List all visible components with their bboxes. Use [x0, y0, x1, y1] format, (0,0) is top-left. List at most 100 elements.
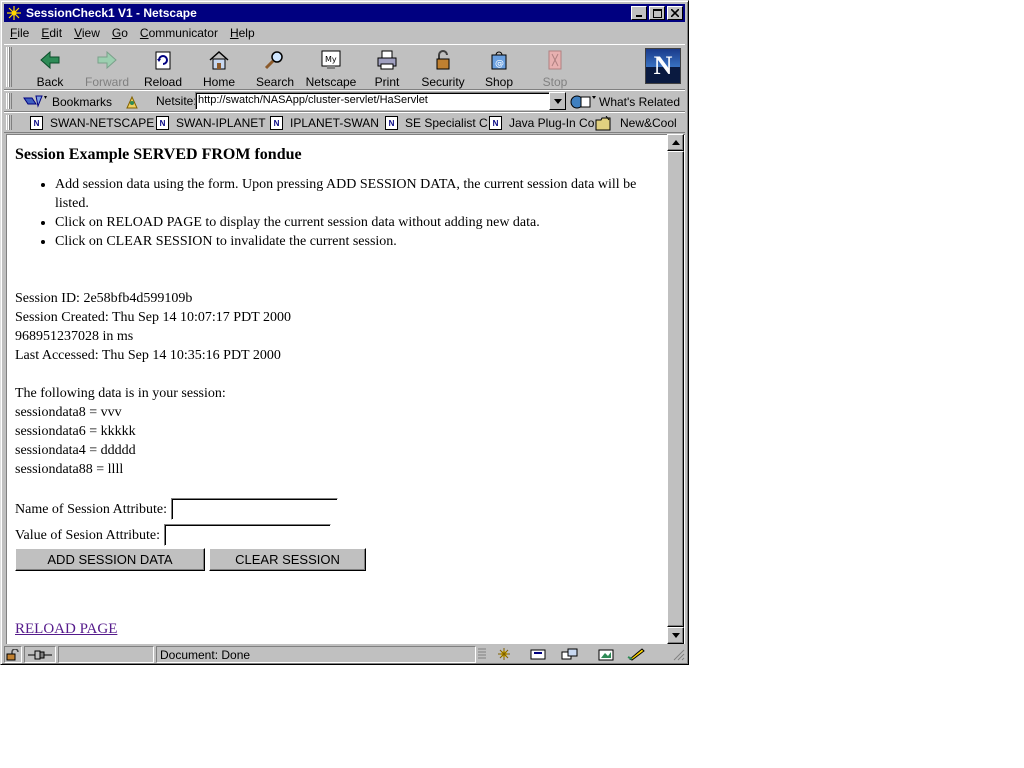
session-data-item: sessiondata6 = kkkkk [15, 424, 136, 439]
bookmark-se-specialist[interactable]: N SE Specialist C [385, 114, 488, 132]
connection-status[interactable] [24, 646, 56, 663]
svg-text:@: @ [495, 59, 504, 69]
menu-file[interactable]: File [4, 26, 35, 40]
resize-grip[interactable] [670, 646, 685, 663]
list-item: Click on RELOAD PAGE to display the curr… [55, 213, 663, 232]
menu-help[interactable]: Help [224, 26, 261, 40]
personal-grip[interactable] [6, 115, 12, 130]
forward-arrow-icon [95, 48, 119, 72]
minimize-button[interactable] [631, 6, 647, 20]
clear-session-button[interactable]: CLEAR SESSION [209, 548, 366, 571]
stop-icon [543, 48, 567, 72]
shop-bag-icon: @ [487, 48, 511, 72]
scroll-thumb[interactable] [667, 151, 684, 627]
navigator-icon [498, 648, 510, 660]
component-bar [478, 646, 668, 663]
netscape-app-icon [6, 5, 22, 21]
status-bar: Document: Done [4, 645, 685, 664]
security-button[interactable]: Security [415, 47, 471, 89]
list-item: Click on CLEAR SESSION to invalidate the… [55, 232, 663, 251]
search-button[interactable]: Search [247, 47, 303, 89]
chevron-up-icon [671, 140, 680, 145]
url-input[interactable]: http://swatch/NASApp/cluster-servlet/HaS… [195, 92, 553, 110]
title-bar[interactable]: SessionCheck1 V1 - Netscape [4, 4, 685, 22]
security-status[interactable] [4, 646, 22, 663]
page-heading: Session Example SERVED FROM fondue [15, 146, 302, 163]
shop-button[interactable]: @ Shop [471, 47, 527, 89]
editor-pen-icon [627, 648, 645, 661]
maximize-button[interactable] [649, 6, 665, 20]
location-toolbar: Bookmarks Netsite: http://swatch/NASApp/… [4, 90, 685, 112]
netsite-label: Netsite: [156, 94, 197, 108]
browser-window: SessionCheck1 V1 - Netscape File Edit Vi… [0, 0, 689, 665]
add-session-data-button[interactable]: ADD SESSION DATA [15, 548, 205, 571]
bookmark-folder-newcool[interactable]: New&Cool [595, 114, 677, 132]
menu-view[interactable]: View [68, 26, 106, 40]
back-button[interactable]: Back [22, 47, 78, 89]
bookmark-swan-iplanet[interactable]: N SWAN-IPLANET [156, 114, 266, 132]
my-netscape-icon: My [319, 48, 343, 72]
close-button[interactable] [667, 6, 683, 20]
netscape-logo[interactable]: N [645, 48, 681, 84]
reload-button[interactable]: Reload [135, 47, 191, 89]
stop-button[interactable]: Stop [527, 47, 583, 89]
menu-bar: File Edit View Go Communicator Help [4, 23, 685, 42]
mail-icon [530, 649, 546, 660]
printer-icon [375, 48, 399, 72]
vertical-scrollbar[interactable] [667, 134, 684, 644]
discussions-icon [561, 648, 578, 660]
session-data-item: sessiondata8 = vvv [15, 405, 122, 420]
bookmarks-button[interactable]: Bookmarks [22, 92, 140, 111]
padlock-icon [431, 48, 455, 72]
search-icon [263, 48, 287, 72]
bookmark-java-plugin[interactable]: N Java Plug-In Co [489, 114, 594, 132]
plug-icon [28, 650, 52, 659]
netscape-button[interactable]: My Netscape [303, 47, 359, 89]
whats-related-button[interactable]: What's Related [569, 92, 680, 111]
forward-button[interactable]: Forward [79, 47, 135, 89]
url-dropdown-button[interactable] [549, 92, 566, 110]
back-arrow-icon [38, 48, 62, 72]
reload-icon [151, 48, 175, 72]
locbar-grip[interactable] [6, 93, 12, 109]
status-text: Document: Done [156, 646, 476, 663]
scroll-down-button[interactable] [667, 627, 684, 644]
page-content: Session Example SERVED FROM fondue Add s… [6, 134, 685, 644]
session-id: Session ID: 2e58bfb4d599109b [15, 291, 193, 306]
progress-bar [58, 646, 154, 663]
attribute-value-input[interactable] [164, 524, 332, 546]
bookmark-iplanet-swan[interactable]: N IPLANET-SWAN [270, 114, 379, 132]
personal-toolbar: N SWAN-NETSCAPE N SWAN-IPLANET N IPLANET… [4, 112, 685, 133]
reload-page-link[interactable]: RELOAD PAGE [15, 620, 117, 639]
list-item: Add session data using the form. Upon pr… [55, 175, 663, 213]
unlocked-padlock-icon [6, 648, 19, 660]
bookmarks-icon [22, 94, 48, 110]
home-icon [207, 48, 231, 72]
last-accessed: Last Accessed: Thu Sep 14 10:35:16 PDT 2… [15, 348, 281, 363]
scroll-up-button[interactable] [667, 134, 684, 151]
menu-communicator[interactable]: Communicator [134, 26, 224, 40]
attribute-value-label: Value of Sesion Attribute: [15, 527, 161, 543]
print-button[interactable]: Print [359, 47, 415, 89]
attribute-name-label: Name of Session Attribute: [15, 501, 168, 517]
bookmark-page-icon: N [156, 116, 169, 130]
bookmark-page-icon: N [385, 116, 398, 130]
menu-go[interactable]: Go [106, 26, 134, 40]
session-created-ms: 968951237028 in ms [15, 329, 134, 344]
attribute-name-input[interactable] [171, 498, 339, 520]
session-data-intro: The following data is in your session: [15, 386, 226, 401]
svg-text:My: My [325, 55, 337, 64]
navigation-toolbar: Back Forward Reload Home Search My Netsc… [4, 44, 685, 90]
menu-edit[interactable]: Edit [35, 26, 68, 40]
chevron-down-icon [553, 98, 562, 104]
bookmark-page-icon: N [489, 116, 502, 130]
bookmark-swan-netscape[interactable]: N SWAN-NETSCAPE [30, 114, 154, 132]
component-bar-grip [478, 648, 486, 659]
whats-related-icon [569, 94, 597, 110]
toolbar-grip[interactable] [6, 47, 12, 87]
home-button[interactable]: Home [191, 47, 247, 89]
bookmark-page-icon: N [30, 116, 43, 130]
session-created: Session Created: Thu Sep 14 10:07:17 PDT… [15, 310, 291, 325]
bookmark-page-icon: N [270, 116, 283, 130]
location-icon [124, 94, 140, 110]
